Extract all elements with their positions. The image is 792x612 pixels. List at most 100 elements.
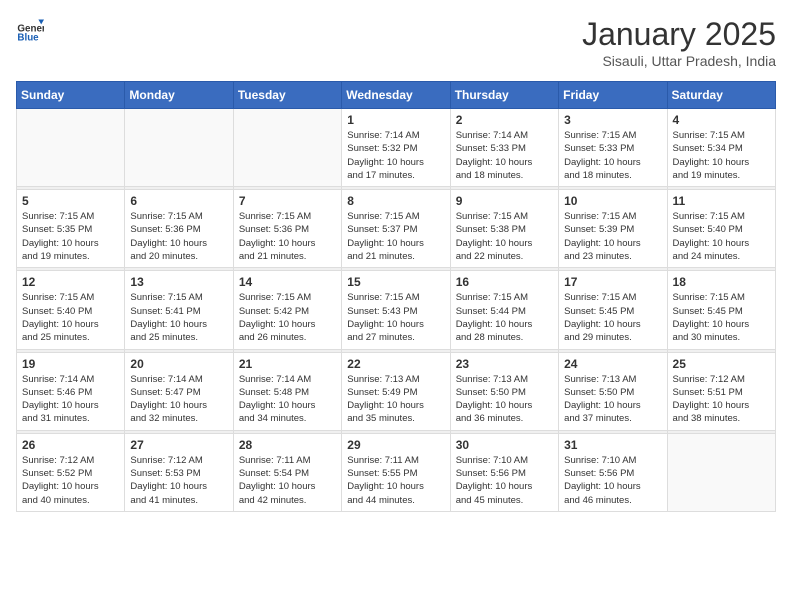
week-row-5: 26 Sunrise: 7:12 AM Sunset: 5:52 PM Dayli… bbox=[17, 433, 776, 511]
day-number: 29 bbox=[347, 438, 444, 452]
day-info: Sunrise: 7:11 AM Sunset: 5:54 PM Dayligh… bbox=[239, 454, 336, 507]
day-info: Sunrise: 7:10 AM Sunset: 5:56 PM Dayligh… bbox=[564, 454, 661, 507]
day-info: Sunrise: 7:15 AM Sunset: 5:39 PM Dayligh… bbox=[564, 210, 661, 263]
calendar-cell: 24 Sunrise: 7:13 AM Sunset: 5:50 PM Dayli… bbox=[559, 352, 667, 430]
day-info: Sunrise: 7:13 AM Sunset: 5:50 PM Dayligh… bbox=[456, 373, 553, 426]
weekday-header-saturday: Saturday bbox=[667, 82, 775, 109]
calendar-cell bbox=[233, 109, 341, 187]
day-info: Sunrise: 7:15 AM Sunset: 5:36 PM Dayligh… bbox=[239, 210, 336, 263]
day-number: 2 bbox=[456, 113, 553, 127]
calendar-subtitle: Sisauli, Uttar Pradesh, India bbox=[582, 53, 776, 69]
day-number: 31 bbox=[564, 438, 661, 452]
calendar-cell bbox=[667, 433, 775, 511]
calendar-cell: 8 Sunrise: 7:15 AM Sunset: 5:37 PM Daylig… bbox=[342, 190, 450, 268]
day-number: 18 bbox=[673, 275, 770, 289]
calendar-title: January 2025 bbox=[582, 16, 776, 53]
calendar-cell: 6 Sunrise: 7:15 AM Sunset: 5:36 PM Daylig… bbox=[125, 190, 233, 268]
day-number: 11 bbox=[673, 194, 770, 208]
calendar-cell: 13 Sunrise: 7:15 AM Sunset: 5:41 PM Dayli… bbox=[125, 271, 233, 349]
calendar-cell: 17 Sunrise: 7:15 AM Sunset: 5:45 PM Dayli… bbox=[559, 271, 667, 349]
calendar-cell: 10Sunrise: 7:15 AM Sunset: 5:39 PM Dayli… bbox=[559, 190, 667, 268]
calendar-cell: 1Sunrise: 7:14 AM Sunset: 5:32 PM Daylig… bbox=[342, 109, 450, 187]
day-info: Sunrise: 7:15 AM Sunset: 5:40 PM Dayligh… bbox=[673, 210, 770, 263]
day-number: 23 bbox=[456, 357, 553, 371]
day-info: Sunrise: 7:15 AM Sunset: 5:41 PM Dayligh… bbox=[130, 291, 227, 344]
week-row-2: 5Sunrise: 7:15 AM Sunset: 5:35 PM Daylig… bbox=[17, 190, 776, 268]
calendar-cell: 15Sunrise: 7:15 AM Sunset: 5:43 PM Dayli… bbox=[342, 271, 450, 349]
calendar-cell: 3 Sunrise: 7:15 AM Sunset: 5:33 PM Daylig… bbox=[559, 109, 667, 187]
day-info: Sunrise: 7:15 AM Sunset: 5:34 PM Dayligh… bbox=[673, 129, 770, 182]
weekday-header-wednesday: Wednesday bbox=[342, 82, 450, 109]
day-info: Sunrise: 7:13 AM Sunset: 5:49 PM Dayligh… bbox=[347, 373, 444, 426]
calendar-cell: 21 Sunrise: 7:14 AM Sunset: 5:48 PM Dayli… bbox=[233, 352, 341, 430]
day-info: Sunrise: 7:10 AM Sunset: 5:56 PM Dayligh… bbox=[456, 454, 553, 507]
calendar-cell: 12 Sunrise: 7:15 AM Sunset: 5:40 PM Dayli… bbox=[17, 271, 125, 349]
week-row-1: 1Sunrise: 7:14 AM Sunset: 5:32 PM Daylig… bbox=[17, 109, 776, 187]
calendar-cell: 20Sunrise: 7:14 AM Sunset: 5:47 PM Dayli… bbox=[125, 352, 233, 430]
day-number: 6 bbox=[130, 194, 227, 208]
weekday-header-row: SundayMondayTuesdayWednesdayThursdayFrid… bbox=[17, 82, 776, 109]
day-number: 4 bbox=[673, 113, 770, 127]
day-number: 21 bbox=[239, 357, 336, 371]
day-number: 28 bbox=[239, 438, 336, 452]
calendar-cell: 18 Sunrise: 7:15 AM Sunset: 5:45 PM Dayli… bbox=[667, 271, 775, 349]
calendar-cell: 31 Sunrise: 7:10 AM Sunset: 5:56 PM Dayli… bbox=[559, 433, 667, 511]
day-info: Sunrise: 7:12 AM Sunset: 5:52 PM Dayligh… bbox=[22, 454, 119, 507]
weekday-header-friday: Friday bbox=[559, 82, 667, 109]
calendar-cell: 22 Sunrise: 7:13 AM Sunset: 5:49 PM Dayli… bbox=[342, 352, 450, 430]
day-info: Sunrise: 7:15 AM Sunset: 5:45 PM Dayligh… bbox=[564, 291, 661, 344]
day-number: 16 bbox=[456, 275, 553, 289]
calendar-cell: 5Sunrise: 7:15 AM Sunset: 5:35 PM Daylig… bbox=[17, 190, 125, 268]
day-number: 8 bbox=[347, 194, 444, 208]
calendar-cell: 4 Sunrise: 7:15 AM Sunset: 5:34 PM Daylig… bbox=[667, 109, 775, 187]
calendar-cell: 27 Sunrise: 7:12 AM Sunset: 5:53 PM Dayli… bbox=[125, 433, 233, 511]
day-number: 22 bbox=[347, 357, 444, 371]
logo: General Blue bbox=[16, 16, 44, 44]
day-number: 3 bbox=[564, 113, 661, 127]
calendar-cell: 7 Sunrise: 7:15 AM Sunset: 5:36 PM Daylig… bbox=[233, 190, 341, 268]
header: General Blue January 2025 Sisauli, Uttar… bbox=[16, 16, 776, 69]
day-info: Sunrise: 7:15 AM Sunset: 5:45 PM Dayligh… bbox=[673, 291, 770, 344]
day-number: 13 bbox=[130, 275, 227, 289]
day-number: 14 bbox=[239, 275, 336, 289]
day-number: 17 bbox=[564, 275, 661, 289]
title-area: January 2025 Sisauli, Uttar Pradesh, Ind… bbox=[582, 16, 776, 69]
calendar-cell bbox=[17, 109, 125, 187]
day-number: 30 bbox=[456, 438, 553, 452]
day-info: Sunrise: 7:12 AM Sunset: 5:51 PM Dayligh… bbox=[673, 373, 770, 426]
day-number: 5 bbox=[22, 194, 119, 208]
day-info: Sunrise: 7:14 AM Sunset: 5:48 PM Dayligh… bbox=[239, 373, 336, 426]
weekday-header-thursday: Thursday bbox=[450, 82, 558, 109]
day-number: 19 bbox=[22, 357, 119, 371]
day-info: Sunrise: 7:15 AM Sunset: 5:36 PM Dayligh… bbox=[130, 210, 227, 263]
calendar-cell: 11 Sunrise: 7:15 AM Sunset: 5:40 PM Dayli… bbox=[667, 190, 775, 268]
calendar-cell: 25 Sunrise: 7:12 AM Sunset: 5:51 PM Dayli… bbox=[667, 352, 775, 430]
day-info: Sunrise: 7:13 AM Sunset: 5:50 PM Dayligh… bbox=[564, 373, 661, 426]
calendar-cell: 29Sunrise: 7:11 AM Sunset: 5:55 PM Dayli… bbox=[342, 433, 450, 511]
day-number: 27 bbox=[130, 438, 227, 452]
day-number: 20 bbox=[130, 357, 227, 371]
day-info: Sunrise: 7:15 AM Sunset: 5:42 PM Dayligh… bbox=[239, 291, 336, 344]
day-info: Sunrise: 7:15 AM Sunset: 5:38 PM Dayligh… bbox=[456, 210, 553, 263]
day-info: Sunrise: 7:15 AM Sunset: 5:44 PM Dayligh… bbox=[456, 291, 553, 344]
day-number: 25 bbox=[673, 357, 770, 371]
day-info: Sunrise: 7:14 AM Sunset: 5:46 PM Dayligh… bbox=[22, 373, 119, 426]
day-info: Sunrise: 7:12 AM Sunset: 5:53 PM Dayligh… bbox=[130, 454, 227, 507]
weekday-header-sunday: Sunday bbox=[17, 82, 125, 109]
day-number: 26 bbox=[22, 438, 119, 452]
day-info: Sunrise: 7:15 AM Sunset: 5:37 PM Dayligh… bbox=[347, 210, 444, 263]
logo-icon: General Blue bbox=[16, 16, 44, 44]
day-info: Sunrise: 7:15 AM Sunset: 5:33 PM Dayligh… bbox=[564, 129, 661, 182]
day-info: Sunrise: 7:14 AM Sunset: 5:32 PM Dayligh… bbox=[347, 129, 444, 182]
calendar-cell: 14 Sunrise: 7:15 AM Sunset: 5:42 PM Dayli… bbox=[233, 271, 341, 349]
day-info: Sunrise: 7:15 AM Sunset: 5:40 PM Dayligh… bbox=[22, 291, 119, 344]
day-number: 7 bbox=[239, 194, 336, 208]
svg-text:Blue: Blue bbox=[17, 33, 39, 44]
day-number: 12 bbox=[22, 275, 119, 289]
week-row-4: 19 Sunrise: 7:14 AM Sunset: 5:46 PM Dayli… bbox=[17, 352, 776, 430]
weekday-header-tuesday: Tuesday bbox=[233, 82, 341, 109]
day-number: 24 bbox=[564, 357, 661, 371]
calendar-cell bbox=[125, 109, 233, 187]
calendar-cell: 28 Sunrise: 7:11 AM Sunset: 5:54 PM Dayli… bbox=[233, 433, 341, 511]
calendar-cell: 23 Sunrise: 7:13 AM Sunset: 5:50 PM Dayli… bbox=[450, 352, 558, 430]
